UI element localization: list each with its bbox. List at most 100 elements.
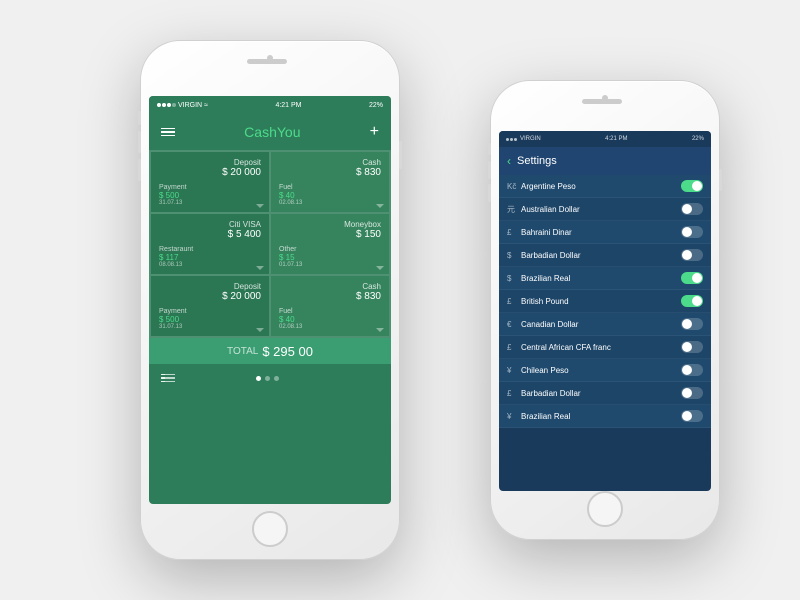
toggle-3[interactable] bbox=[681, 249, 703, 261]
currency-row-3[interactable]: $ Barbadian Dollar bbox=[499, 244, 711, 267]
card-title-5: Cash bbox=[279, 282, 381, 291]
currency-row-4[interactable]: $ Brazilian Real bbox=[499, 267, 711, 290]
currency-row-8[interactable]: ¥ Chilean Peso bbox=[499, 359, 711, 382]
currency-row-9[interactable]: £ Barbadian Dollar bbox=[499, 382, 711, 405]
card-0[interactable]: Deposit $ 20 000 Payment $ 500 31.07.13 bbox=[151, 152, 269, 212]
card-arrow-0 bbox=[256, 204, 264, 208]
currency-symbol-7: £ bbox=[507, 343, 521, 352]
card-sub-label-5: Fuel bbox=[279, 308, 381, 315]
card-3[interactable]: Moneybox $ 150 Other $ 15 01.07.13 bbox=[271, 214, 389, 274]
card-title-0: Deposit bbox=[159, 158, 261, 167]
toggle-8[interactable] bbox=[681, 364, 703, 376]
currency-row-7[interactable]: £ Central African CFA franc bbox=[499, 336, 711, 359]
currency-name-4: Brazilian Real bbox=[521, 274, 681, 283]
settings-speaker bbox=[582, 99, 622, 104]
currency-row-5[interactable]: £ British Pound bbox=[499, 290, 711, 313]
currency-symbol-5: £ bbox=[507, 297, 521, 306]
li1 bbox=[161, 374, 175, 376]
toggle-9[interactable] bbox=[681, 387, 703, 399]
back-button[interactable]: ‹ bbox=[507, 154, 511, 168]
vol-up-button[interactable] bbox=[138, 131, 141, 153]
currency-name-7: Central African CFA franc bbox=[521, 343, 681, 352]
card-amount-1: $ 830 bbox=[279, 167, 381, 178]
toggle-4[interactable] bbox=[681, 272, 703, 284]
battery-label: 22% bbox=[369, 102, 383, 109]
currency-name-0: Argentine Peso bbox=[521, 182, 681, 191]
toggle-5[interactable] bbox=[681, 295, 703, 307]
s-power-button[interactable] bbox=[719, 169, 722, 191]
card-1[interactable]: Cash $ 830 Fuel $ 40 02.08.13 bbox=[271, 152, 389, 212]
toggle-6[interactable] bbox=[681, 318, 703, 330]
card-amount-4: $ 20 000 bbox=[159, 291, 261, 302]
add-icon[interactable]: + bbox=[370, 124, 379, 140]
dot-3 bbox=[274, 376, 279, 381]
currency-row-6[interactable]: € Canadian Dollar bbox=[499, 313, 711, 336]
dot3 bbox=[167, 103, 171, 107]
total-bar: TOTAL $ 295 00 bbox=[149, 338, 391, 364]
card-5[interactable]: Cash $ 830 Fuel $ 40 02.08.13 bbox=[271, 276, 389, 336]
s-vol-down-button[interactable] bbox=[488, 184, 491, 202]
currency-name-6: Canadian Dollar bbox=[521, 320, 681, 329]
currency-row-0[interactable]: Kč Argentine Peso bbox=[499, 175, 711, 198]
currency-row-10[interactable]: ¥ Brazilian Real bbox=[499, 405, 711, 428]
currency-symbol-0: Kč bbox=[507, 182, 521, 191]
currency-symbol-2: £ bbox=[507, 228, 521, 237]
toggle-10[interactable] bbox=[681, 410, 703, 422]
phone-settings: VIRGIN 4:21 PM 22% ‹ Settings Kč Argenti… bbox=[490, 80, 720, 540]
settings-status-bar: VIRGIN 4:21 PM 22% bbox=[499, 131, 711, 147]
settings-screen: VIRGIN 4:21 PM 22% ‹ Settings Kč Argenti… bbox=[499, 131, 711, 491]
card-sub-label-4: Payment bbox=[159, 308, 261, 315]
card-date-2: 08.08.13 bbox=[159, 262, 261, 268]
dot1 bbox=[157, 103, 161, 107]
currency-name-5: British Pound bbox=[521, 297, 681, 306]
card-sub-amount-2: $ 117 bbox=[159, 253, 261, 262]
card-arrow-1 bbox=[376, 204, 384, 208]
silent-button[interactable] bbox=[138, 111, 141, 125]
toggle-7[interactable] bbox=[681, 341, 703, 353]
card-arrow-3 bbox=[376, 266, 384, 270]
card-date-5: 02.08.13 bbox=[279, 324, 381, 330]
s-signal bbox=[506, 138, 517, 141]
s-silent-button[interactable] bbox=[488, 143, 491, 155]
card-sub-amount-4: $ 500 bbox=[159, 315, 261, 324]
home-button[interactable] bbox=[252, 511, 288, 547]
total-label: TOTAL bbox=[227, 346, 258, 357]
status-left: VIRGIN ≈ bbox=[157, 102, 208, 109]
list-icon[interactable] bbox=[161, 374, 175, 383]
currency-symbol-6: € bbox=[507, 320, 521, 329]
card-date-3: 01.07.13 bbox=[279, 262, 381, 268]
app-header: CashYou + bbox=[149, 114, 391, 150]
dot-2 bbox=[265, 376, 270, 381]
bar3 bbox=[161, 135, 175, 137]
card-title-2: Citi VISA bbox=[159, 220, 261, 229]
s-vol-up-button[interactable] bbox=[488, 161, 491, 179]
currency-symbol-1: 元 bbox=[507, 204, 521, 215]
card-4[interactable]: Deposit $ 20 000 Payment $ 500 31.07.13 bbox=[151, 276, 269, 336]
menu-icon[interactable] bbox=[161, 128, 175, 137]
card-sub-amount-5: $ 40 bbox=[279, 315, 381, 324]
card-amount-0: $ 20 000 bbox=[159, 167, 261, 178]
s-carrier: VIRGIN bbox=[520, 136, 541, 142]
dot4 bbox=[172, 103, 176, 107]
currency-symbol-10: ¥ bbox=[507, 412, 521, 421]
main-screen: VIRGIN ≈ 4:21 PM 22% CashYou + bbox=[149, 96, 391, 504]
toggle-2[interactable] bbox=[681, 226, 703, 238]
card-arrow-4 bbox=[256, 328, 264, 332]
card-2[interactable]: Citi VISA $ 5 400 Restaraunt $ 117 08.08… bbox=[151, 214, 269, 274]
s-battery: 22% bbox=[692, 136, 704, 142]
currency-row-2[interactable]: £ Bahraini Dinar bbox=[499, 221, 711, 244]
vol-down-button[interactable] bbox=[138, 159, 141, 181]
toggle-1[interactable] bbox=[681, 203, 703, 215]
card-sub-amount-3: $ 15 bbox=[279, 253, 381, 262]
card-title-1: Cash bbox=[279, 158, 381, 167]
s-dot2 bbox=[510, 138, 513, 141]
currency-list: Kč Argentine Peso 元 Australian Dollar £ … bbox=[499, 175, 711, 428]
currency-symbol-3: $ bbox=[507, 251, 521, 260]
currency-row-1[interactable]: 元 Australian Dollar bbox=[499, 198, 711, 221]
settings-home-button[interactable] bbox=[587, 491, 623, 527]
currency-name-8: Chilean Peso bbox=[521, 366, 681, 375]
bar2 bbox=[161, 131, 175, 133]
power-button[interactable] bbox=[399, 141, 402, 169]
li3 bbox=[161, 381, 175, 383]
toggle-0[interactable] bbox=[681, 180, 703, 192]
